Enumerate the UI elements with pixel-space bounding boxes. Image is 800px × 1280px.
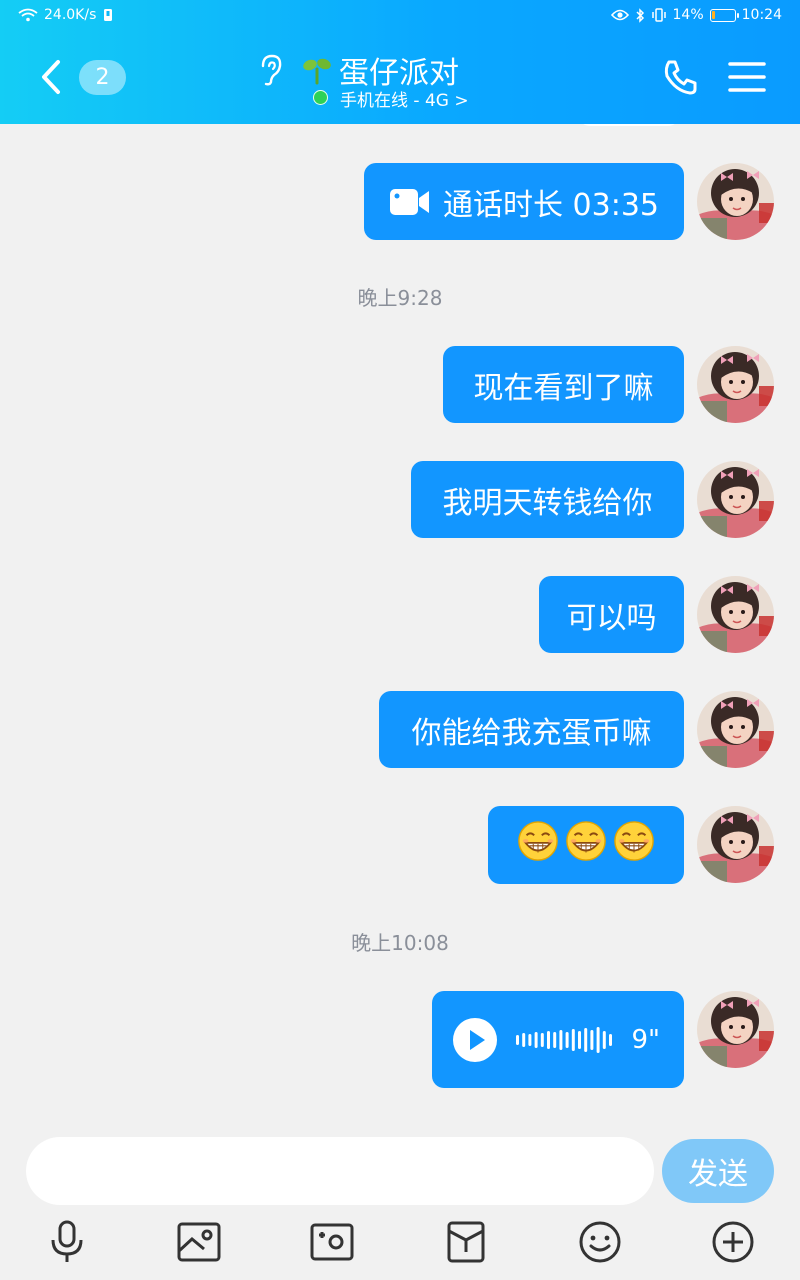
wifi-icon: [18, 8, 38, 22]
phone-icon[interactable]: [662, 58, 700, 96]
picture-button[interactable]: [175, 1218, 223, 1266]
battery-percent: 14%: [672, 7, 704, 23]
vibrate-icon: [651, 8, 666, 22]
clock: 10:24: [741, 7, 782, 23]
grinning-face-emoji: [565, 820, 607, 870]
message-list[interactable]: 通话时长 03:35 晚上9:28 现在看到了嘛 我明天转钱给你 可以吗 你能给…: [0, 124, 800, 1122]
microphone-button[interactable]: [43, 1218, 91, 1266]
notification-icon: [104, 9, 113, 21]
send-button[interactable]: 发送: [662, 1139, 774, 1203]
avatar[interactable]: [697, 691, 774, 768]
bluetooth-icon: [635, 7, 644, 23]
waveform-bar: [578, 1030, 581, 1049]
timestamp: 晚上10:08: [351, 931, 449, 955]
input-bar: 发送: [0, 1122, 800, 1280]
waveform-bar: [596, 1026, 600, 1053]
microphone-icon: [51, 1220, 83, 1262]
emoji-group: [517, 820, 655, 870]
ear-icon[interactable]: [258, 54, 284, 86]
play-icon[interactable]: [452, 1017, 498, 1063]
online-status[interactable]: 手机在线 - 4G >: [340, 86, 469, 111]
camera-button[interactable]: [308, 1218, 356, 1266]
waveform-bar: [571, 1028, 575, 1051]
waveform-bar: [584, 1027, 588, 1052]
text-message[interactable]: 现在看到了嘛: [443, 346, 684, 423]
net-speed: 24.0K/s: [44, 7, 97, 23]
grinning-face-emoji: [613, 820, 655, 870]
avatar[interactable]: [697, 576, 774, 653]
waveform-bar: [528, 1033, 532, 1046]
plus-button[interactable]: [709, 1218, 757, 1266]
eye-icon: [610, 9, 629, 21]
sprout-icon: [303, 58, 331, 85]
avatar[interactable]: [697, 991, 774, 1068]
waveform-bar: [516, 1034, 519, 1045]
text-message[interactable]: 你能给我充蛋币嘛: [379, 691, 684, 768]
waveform-bar: [522, 1032, 526, 1047]
waveform-bar: [540, 1032, 544, 1047]
video-camera-icon: [390, 188, 429, 215]
avatar[interactable]: [697, 461, 774, 538]
grinning-face-emoji: [517, 820, 559, 870]
online-status-dot: [313, 90, 328, 105]
call-duration: 通话时长 03:35: [443, 187, 659, 223]
plus-icon: [712, 1221, 754, 1263]
status-bar: 24.0K/s 14% 10:24: [0, 0, 800, 32]
text-message[interactable]: 我明天转钱给你: [411, 461, 684, 538]
waveform-icon: [516, 1026, 612, 1053]
waveform-bar: [565, 1031, 569, 1048]
back-arrow-icon[interactable]: [36, 58, 66, 96]
camera-icon: [310, 1223, 354, 1261]
message-text: 现在看到了嘛: [473, 370, 654, 406]
battery-fill: [711, 10, 715, 19]
message-input[interactable]: [26, 1137, 654, 1205]
waveform-bar: [609, 1033, 612, 1046]
text-message[interactable]: 可以吗: [539, 576, 684, 653]
waveform-bar: [547, 1030, 550, 1049]
previous-message-edge: [578, 124, 680, 126]
voice-message[interactable]: 9": [432, 991, 684, 1088]
waveform-bar: [534, 1031, 538, 1048]
avatar[interactable]: [697, 806, 774, 883]
video-call-message[interactable]: 通话时长 03:35: [364, 163, 684, 240]
avatar[interactable]: [697, 163, 774, 240]
message-text: 你能给我充蛋币嘛: [411, 715, 652, 751]
battery-icon: [709, 8, 739, 22]
waveform-bar: [602, 1030, 606, 1049]
red-packet-icon: [447, 1221, 485, 1263]
emoji-message[interactable]: [488, 806, 684, 884]
avatar[interactable]: [697, 346, 774, 423]
smiley-icon: [579, 1221, 621, 1263]
message-text: 可以吗: [566, 600, 657, 636]
menu-icon[interactable]: [728, 60, 766, 94]
waveform-bar: [553, 1031, 557, 1048]
chat-header: 24.0K/s 14% 10:24 2 蛋仔派对 手机在线 - 4G >: [0, 0, 800, 124]
message-text: 我明天转钱给你: [442, 485, 653, 521]
red-packet-button[interactable]: [442, 1218, 490, 1266]
voice-duration: 9": [631, 1024, 660, 1055]
unread-count-badge[interactable]: 2: [79, 60, 126, 95]
waveform-bar: [559, 1029, 563, 1050]
picture-icon: [177, 1222, 221, 1262]
timestamp: 晚上9:28: [357, 286, 443, 310]
waveform-bar: [590, 1029, 594, 1050]
emoji-button[interactable]: [576, 1218, 624, 1266]
